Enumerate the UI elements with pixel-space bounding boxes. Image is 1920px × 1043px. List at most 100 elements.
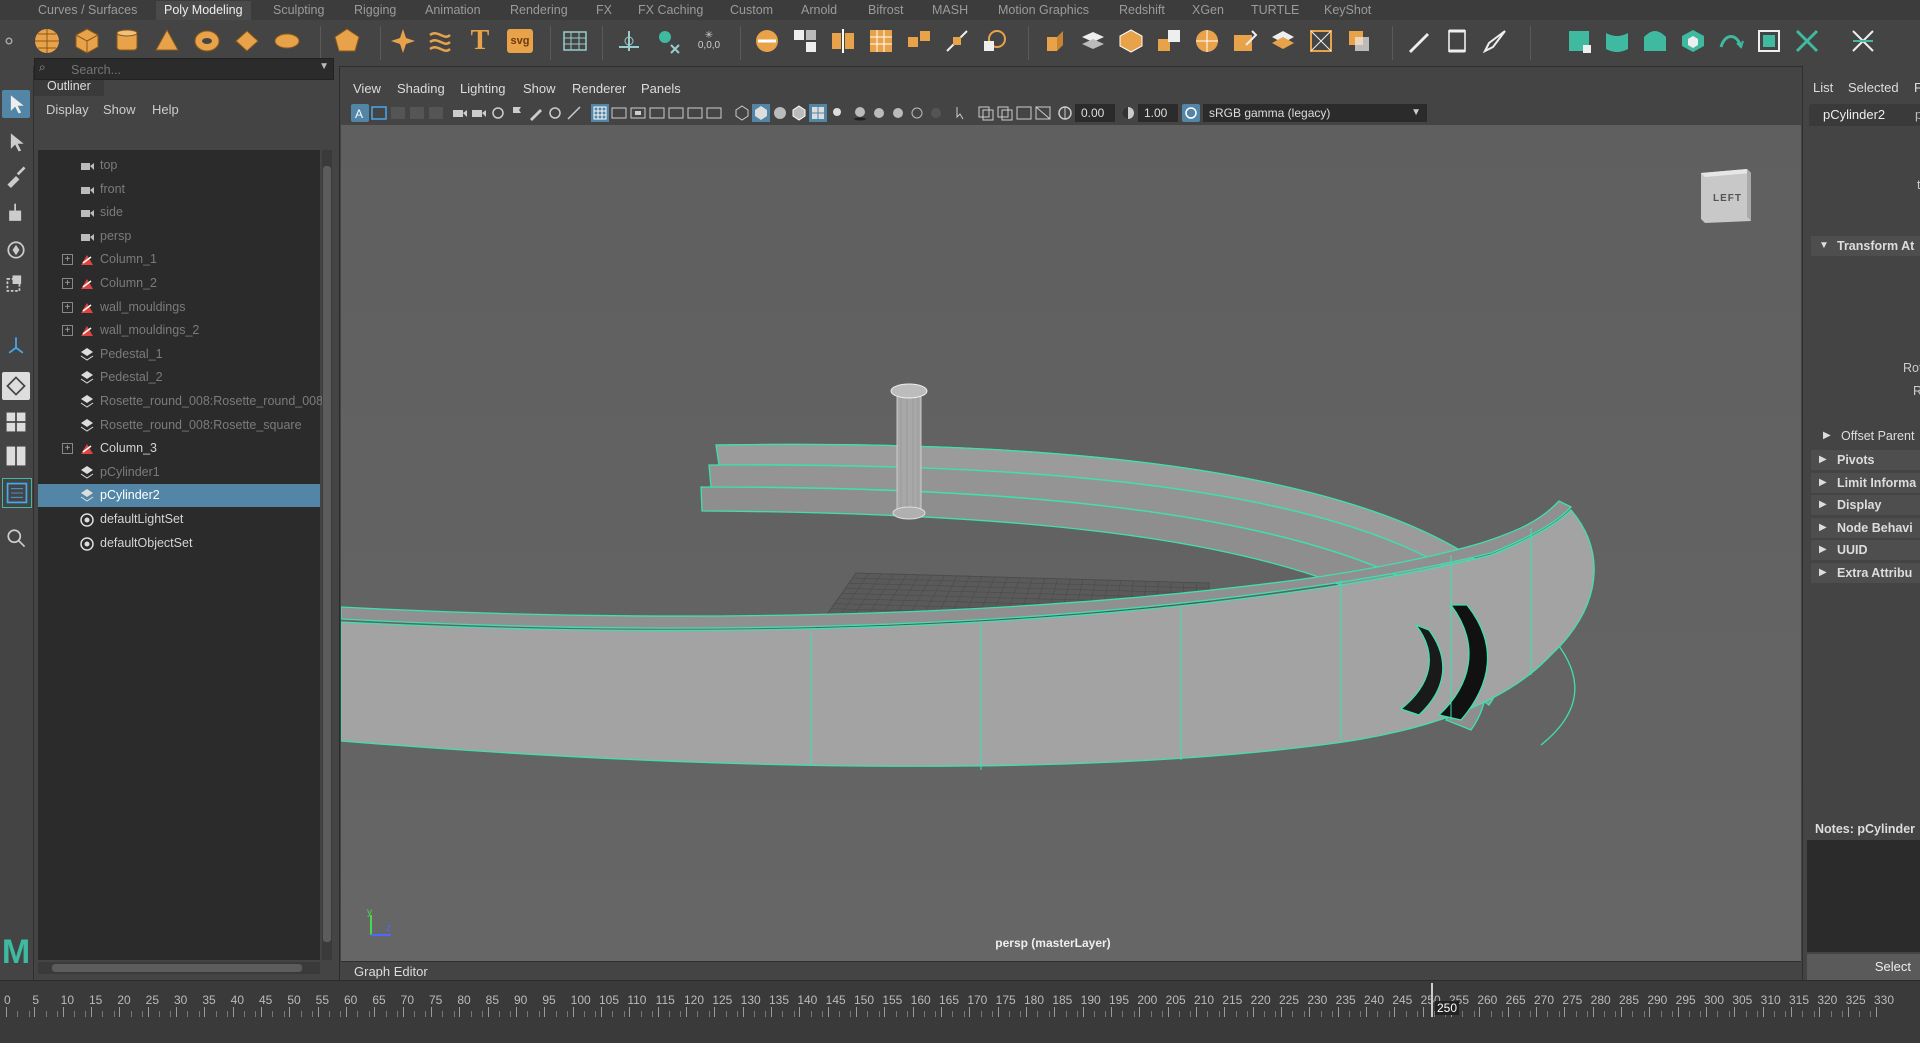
filter-icon[interactable]: ⌕ — [39, 60, 55, 76]
combine-icon[interactable] — [752, 26, 782, 56]
retopologize-icon[interactable] — [980, 26, 1010, 56]
shelf-tab-xgen[interactable]: XGen — [1192, 1, 1224, 20]
shelf-tab-motion-graphics[interactable]: Motion Graphics — [998, 1, 1089, 20]
bevel-icon[interactable] — [1116, 26, 1146, 56]
section-pivots[interactable]: ▶Pivots — [1811, 450, 1920, 470]
outliner-item-top[interactable]: top — [38, 154, 320, 177]
svg-tool-icon[interactable]: svg — [505, 26, 535, 56]
lock-camera-icon[interactable] — [470, 104, 488, 122]
expand-plus-icon[interactable]: + — [62, 325, 73, 336]
screen-space-ao-icon[interactable] — [870, 104, 888, 122]
xray-active-components-icon[interactable] — [996, 104, 1014, 122]
shelf-tab-rendering[interactable]: Rendering — [510, 1, 568, 20]
search-options-dropdown-icon[interactable]: ▼ — [319, 61, 329, 72]
poly-sphere-icon[interactable] — [32, 26, 62, 56]
field-chart-icon[interactable] — [667, 104, 685, 122]
outliner-item-wall-mouldings-2[interactable]: +wall_mouldings_2 — [38, 319, 320, 342]
shelf-tab-redshift[interactable]: Redshift — [1119, 1, 1165, 20]
gamma-field[interactable]: 1.00 — [1138, 104, 1178, 122]
two-view-layout-icon[interactable] — [2, 442, 30, 470]
node-tab-pcylinder2[interactable]: pCylinder2 — [1809, 104, 1920, 126]
select-camera-icon[interactable]: A — [351, 104, 369, 122]
wireframe-icon[interactable] — [733, 104, 751, 122]
expand-plus-icon[interactable]: + — [62, 278, 73, 289]
outliner-item-column-2[interactable]: +Column_2 — [38, 272, 320, 295]
attr-menu-list[interactable]: List — [1813, 80, 1833, 95]
shelf-tab-mash[interactable]: MASH — [932, 1, 968, 20]
shelf-tab-poly-modeling[interactable]: Poly Modeling — [156, 1, 251, 20]
viewport-menu-lighting[interactable]: Lighting — [460, 81, 506, 96]
film-gate-icon[interactable] — [427, 104, 445, 122]
use-all-lights-icon[interactable] — [828, 104, 846, 122]
measure-icon[interactable] — [565, 104, 583, 122]
shelf-tab-fx-caching[interactable]: FX Caching — [638, 1, 703, 20]
append-polygon-icon[interactable] — [1154, 26, 1184, 56]
snap-align-icon[interactable] — [614, 26, 644, 56]
outliner-item-rosette-round-008-rosette-square[interactable]: Rosette_round_008:Rosette_square — [38, 414, 320, 437]
sew-uv-icon[interactable] — [1848, 26, 1878, 56]
poly-cone-icon[interactable] — [152, 26, 182, 56]
grid-toggle-icon[interactable] — [591, 104, 609, 122]
platonic-solid-icon[interactable] — [332, 26, 362, 56]
persp-viewport[interactable]: LEFT y z persp (masterLayer) — [341, 125, 1801, 961]
exposure-field[interactable]: 0.00 — [1075, 104, 1115, 122]
cut-uv-icon[interactable] — [1792, 26, 1822, 56]
shelf-tab-turtle[interactable]: TURTLE — [1251, 1, 1299, 20]
viewport-menu-renderer[interactable]: Renderer — [572, 81, 626, 96]
view-transform-dropdown[interactable]: sRGB gamma (legacy) ▼ — [1203, 104, 1427, 122]
xray-joints-icon[interactable] — [1015, 104, 1033, 122]
expand-plus-icon[interactable]: + — [62, 254, 73, 265]
camera-settings-icon[interactable] — [489, 104, 507, 122]
shelf-settings-gear-icon[interactable] — [0, 26, 18, 56]
expand-plus-icon[interactable]: + — [62, 443, 73, 454]
film-gate-toggle-icon[interactable] — [610, 104, 628, 122]
select-button[interactable]: Select — [1807, 954, 1920, 980]
motion-blur-icon[interactable] — [889, 104, 907, 122]
outliner-horizontal-scrollbar[interactable] — [38, 962, 320, 974]
wireframe-on-shaded-icon[interactable] — [790, 104, 808, 122]
poke-icon[interactable] — [1344, 26, 1374, 56]
shelf-tab-bifrost[interactable]: Bifrost — [868, 1, 903, 20]
shelf-tab-curves-surfaces[interactable]: Curves / Surfaces — [38, 1, 137, 20]
poly-cylinder-icon[interactable] — [112, 26, 142, 56]
gate-mask-icon[interactable] — [648, 104, 666, 122]
outliner-menu-display[interactable]: Display — [46, 100, 89, 120]
manipulator-icon[interactable] — [2, 332, 30, 360]
extrude-icon[interactable] — [1040, 26, 1070, 56]
single-layout-icon[interactable] — [2, 372, 30, 400]
shelf-tab-arnold[interactable]: Arnold — [801, 1, 837, 20]
viewport-menu-shading[interactable]: Shading — [397, 81, 445, 96]
mirror-icon[interactable] — [828, 26, 858, 56]
outliner-menu-show[interactable]: Show — [103, 100, 136, 120]
safe-title-icon[interactable] — [705, 104, 723, 122]
depth-of-field-icon[interactable] — [927, 104, 945, 122]
rotate-tool-icon[interactable] — [2, 236, 30, 264]
safe-action-icon[interactable] — [686, 104, 704, 122]
fill-hole-icon[interactable] — [1192, 26, 1222, 56]
section-node-behavi[interactable]: ▶Node Behavi — [1811, 518, 1920, 538]
multi-cut-icon[interactable] — [1230, 26, 1260, 56]
poly-cube-icon[interactable] — [72, 26, 102, 56]
image-plane-icon[interactable] — [408, 104, 426, 122]
coordinate-reset-icon[interactable]: ✳0,0,0 — [694, 26, 724, 56]
outliner-item-persp[interactable]: persp — [38, 225, 320, 248]
outliner-item-pedestal-2[interactable]: Pedestal_2 — [38, 366, 320, 389]
paint-select-icon[interactable] — [2, 162, 30, 190]
scale-tool-icon[interactable] — [2, 270, 30, 298]
camera-icon[interactable] — [451, 104, 469, 122]
shelf-tab-keyshot[interactable]: KeyShot — [1324, 1, 1371, 20]
separate-icon[interactable] — [790, 26, 820, 56]
outliner-item-rosette-round-008-rosette-round-008[interactable]: Rosette_round_008:Rosette_round_008 — [38, 390, 320, 413]
reduce-icon[interactable] — [904, 26, 934, 56]
select-tool-icon[interactable] — [2, 90, 30, 118]
outliner-search-input[interactable] — [69, 60, 313, 79]
bridge-icon[interactable] — [1078, 26, 1108, 56]
four-view-layout-icon[interactable] — [2, 408, 30, 436]
outliner-item-pcylinder1[interactable]: pCylinder1 — [38, 461, 320, 484]
attr-menu-focus[interactable]: F — [1914, 80, 1920, 95]
planar-map-icon[interactable] — [1564, 26, 1594, 56]
xray-icon[interactable] — [977, 104, 995, 122]
snap-together-icon[interactable] — [654, 26, 684, 56]
section-limit-informa[interactable]: ▶Limit Informa — [1811, 473, 1920, 493]
outliner-item-pedestal-1[interactable]: Pedestal_1 — [38, 343, 320, 366]
